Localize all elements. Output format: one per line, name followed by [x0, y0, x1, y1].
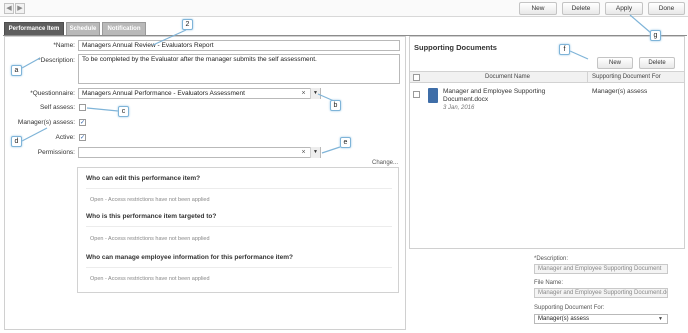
- leader-g: [629, 14, 652, 34]
- callout-f: f: [559, 44, 570, 55]
- leader-c: [86, 107, 119, 112]
- leader-e: [321, 146, 341, 154]
- callout-g: g: [650, 30, 661, 41]
- callout-a: a: [11, 65, 22, 76]
- callout-d: d: [11, 136, 22, 147]
- callout-leader-lines: [21, 14, 652, 154]
- callout-e: e: [340, 137, 351, 148]
- leader-d: [21, 127, 48, 142]
- leader-a: [21, 57, 41, 69]
- leader-2: [152, 29, 187, 46]
- callout-b: b: [330, 100, 341, 111]
- callout-c: c: [118, 106, 129, 117]
- callout-2: 2: [182, 19, 193, 30]
- leader-f: [569, 50, 589, 60]
